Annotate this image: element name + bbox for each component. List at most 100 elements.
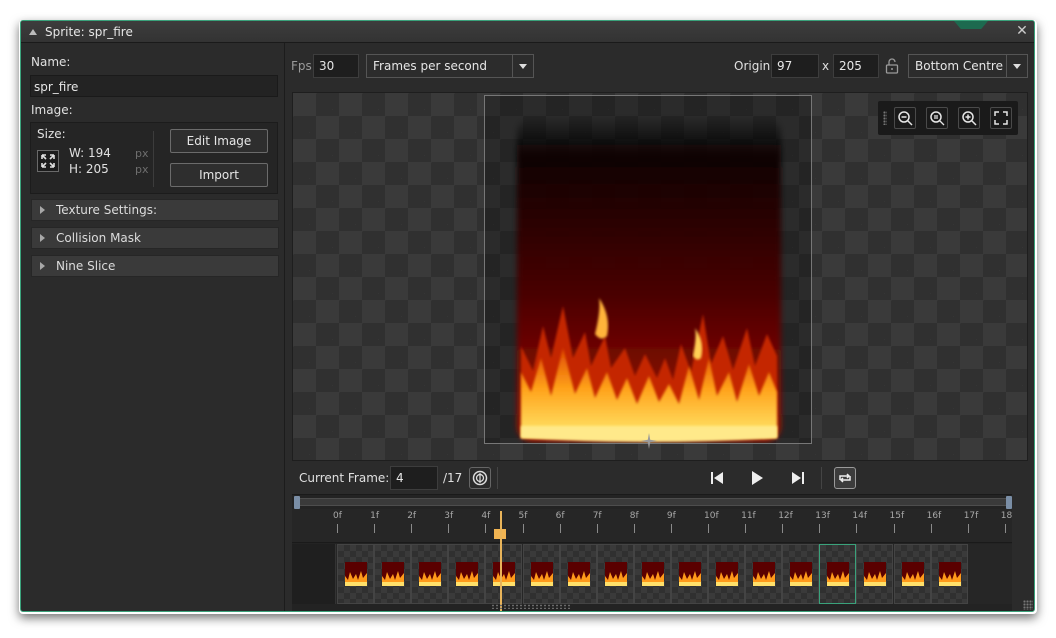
fire-sprite-image — [517, 116, 781, 442]
sprite-canvas[interactable] — [292, 92, 1028, 461]
frame-thumbnail[interactable] — [708, 544, 745, 604]
edit-image-button[interactable]: Edit Image — [170, 129, 268, 153]
drag-handle[interactable] — [883, 111, 887, 125]
frame-thumbnail[interactable] — [522, 544, 560, 604]
speed-mode-select[interactable]: Frames per second — [366, 54, 534, 78]
frame-thumbnail[interactable] — [930, 544, 968, 604]
frame-thumbnail[interactable] — [670, 544, 708, 604]
playback-range-track[interactable] — [294, 496, 1012, 509]
frame-thumbnail[interactable] — [411, 544, 449, 604]
speed-mode-value: Frames per second — [373, 59, 487, 73]
ruler-tick-label: 18f — [1000, 511, 1012, 521]
frame-controls: Current Frame: 4 /17 — [285, 463, 1034, 493]
ruler-tick-label: 4f — [481, 511, 491, 521]
frame-thumbnail-strip — [292, 544, 1012, 604]
frame-thumbnail[interactable] — [819, 544, 857, 604]
frame-thumbnail-image — [938, 562, 961, 586]
timeline-scrollbar[interactable] — [1013, 494, 1033, 611]
frame-thumbnail[interactable] — [893, 544, 931, 604]
zoom-reset-icon[interactable] — [926, 107, 948, 129]
frame-thumbnail[interactable] — [782, 544, 820, 604]
ruler-tick — [819, 524, 821, 533]
properties-panel: Name: spr_fire Image: Size: W: 194 H: 20… — [27, 51, 281, 607]
ruler-tick-label: 7f — [592, 511, 602, 521]
ruler-tick-label: 11f — [741, 511, 756, 521]
fullscreen-icon[interactable] — [990, 107, 1012, 129]
sprite-preview — [484, 95, 812, 444]
range-end-handle[interactable] — [1006, 496, 1012, 509]
frame-thumbnail[interactable] — [485, 544, 523, 604]
ruler-tick-label: 5f — [518, 511, 528, 521]
play-icon[interactable] — [746, 467, 768, 489]
frame-thumbnail-image — [901, 562, 924, 586]
ruler-tick-label: 12f — [778, 511, 793, 521]
divider — [821, 467, 822, 489]
width-unit: px — [135, 147, 149, 160]
playhead-line[interactable] — [500, 511, 502, 611]
zoom-out-icon[interactable] — [894, 107, 916, 129]
zoom-toolbar — [878, 101, 1018, 135]
frame-thumbnail[interactable] — [596, 544, 634, 604]
size-label: Size: — [37, 127, 66, 141]
section-label: Nine Slice — [56, 259, 116, 273]
origin-y-input[interactable]: 205 — [833, 54, 879, 78]
frame-thumbnail-image — [827, 562, 850, 586]
image-size-box: Size: W: 194 H: 205 px px Edit Image Imp… — [30, 122, 278, 194]
skip-start-icon[interactable] — [706, 467, 728, 489]
timeline-resize-grip[interactable] — [491, 604, 571, 609]
chevron-down-icon — [1006, 55, 1027, 77]
ruler-tick — [633, 524, 635, 533]
frame-timeline[interactable]: 0f 1f 2f 3f 4f 5f 6f 7f 8f 9f 10f 11f 12f 13f 14f 15f 16… — [292, 494, 1012, 611]
name-label: Name: — [31, 55, 71, 69]
frame-thumbnail[interactable] — [374, 544, 412, 604]
skip-end-icon[interactable] — [787, 467, 809, 489]
sprite-name-field[interactable]: spr_fire — [30, 75, 278, 97]
frame-thumbnail[interactable] — [633, 544, 671, 604]
origin-label: Origin — [734, 59, 771, 73]
frame-thumbnail[interactable] — [745, 544, 783, 604]
ruler-tick-label: 8f — [629, 511, 639, 521]
origin-preset-select[interactable]: Bottom Centre — [908, 54, 1028, 78]
ruler-tick — [967, 524, 969, 533]
ruler-tick — [485, 524, 487, 533]
range-start-handle[interactable] — [294, 496, 300, 509]
ruler-tick-label: 3f — [444, 511, 454, 521]
frame-thumbnail-image — [493, 562, 516, 586]
frame-ruler[interactable]: 0f 1f 2f 3f 4f 5f 6f 7f 8f 9f 10f 11f 12f 13f 14f 15f 16… — [292, 509, 1012, 543]
frame-thumbnail[interactable] — [856, 544, 894, 604]
fps-input[interactable]: 30 — [313, 54, 359, 78]
origin-marker-icon[interactable] — [641, 433, 657, 449]
loop-icon[interactable] — [834, 467, 856, 489]
frame-thumbnail-image — [604, 562, 627, 586]
divider — [153, 131, 154, 187]
frame-thumbnail-image — [864, 562, 887, 586]
title-bar[interactable]: Sprite: spr_fire ✕ — [21, 21, 1034, 43]
ruler-tick-label: 13f — [815, 511, 830, 521]
window-title: Sprite: spr_fire — [45, 25, 133, 39]
frame-thumbnail[interactable] — [448, 544, 486, 604]
collision-mask-section[interactable]: Collision Mask — [31, 227, 279, 249]
nine-slice-section[interactable]: Nine Slice — [31, 255, 279, 277]
frame-thumbnail[interactable] — [559, 544, 597, 604]
resize-icon[interactable] — [37, 150, 59, 172]
ruler-tick — [745, 524, 747, 533]
frame-thumbnail[interactable] — [337, 544, 374, 604]
lock-icon[interactable] — [884, 57, 900, 75]
close-icon[interactable]: ✕ — [1014, 23, 1030, 39]
frame-thumbnail-image — [419, 562, 442, 586]
ruler-tick — [893, 524, 895, 533]
onion-skin-icon[interactable] — [469, 467, 491, 489]
texture-settings-section[interactable]: Texture Settings: — [31, 199, 279, 221]
window-resize-grip[interactable] — [1023, 600, 1033, 610]
frame-thumbnail-image — [678, 562, 701, 586]
section-label: Collision Mask — [56, 231, 141, 245]
origin-x-input[interactable]: 97 — [771, 54, 819, 78]
collapse-triangle-icon[interactable] — [29, 29, 37, 35]
zoom-in-icon[interactable] — [958, 107, 980, 129]
ruler-tick — [930, 524, 932, 533]
import-button[interactable]: Import — [170, 163, 268, 187]
current-frame-input[interactable]: 4 — [390, 466, 438, 490]
sprite-toolbar: Fps 30 Frames per second Origin 97 x 205… — [285, 43, 1034, 89]
frame-total: /17 — [443, 471, 463, 485]
ruler-tick — [411, 524, 413, 533]
